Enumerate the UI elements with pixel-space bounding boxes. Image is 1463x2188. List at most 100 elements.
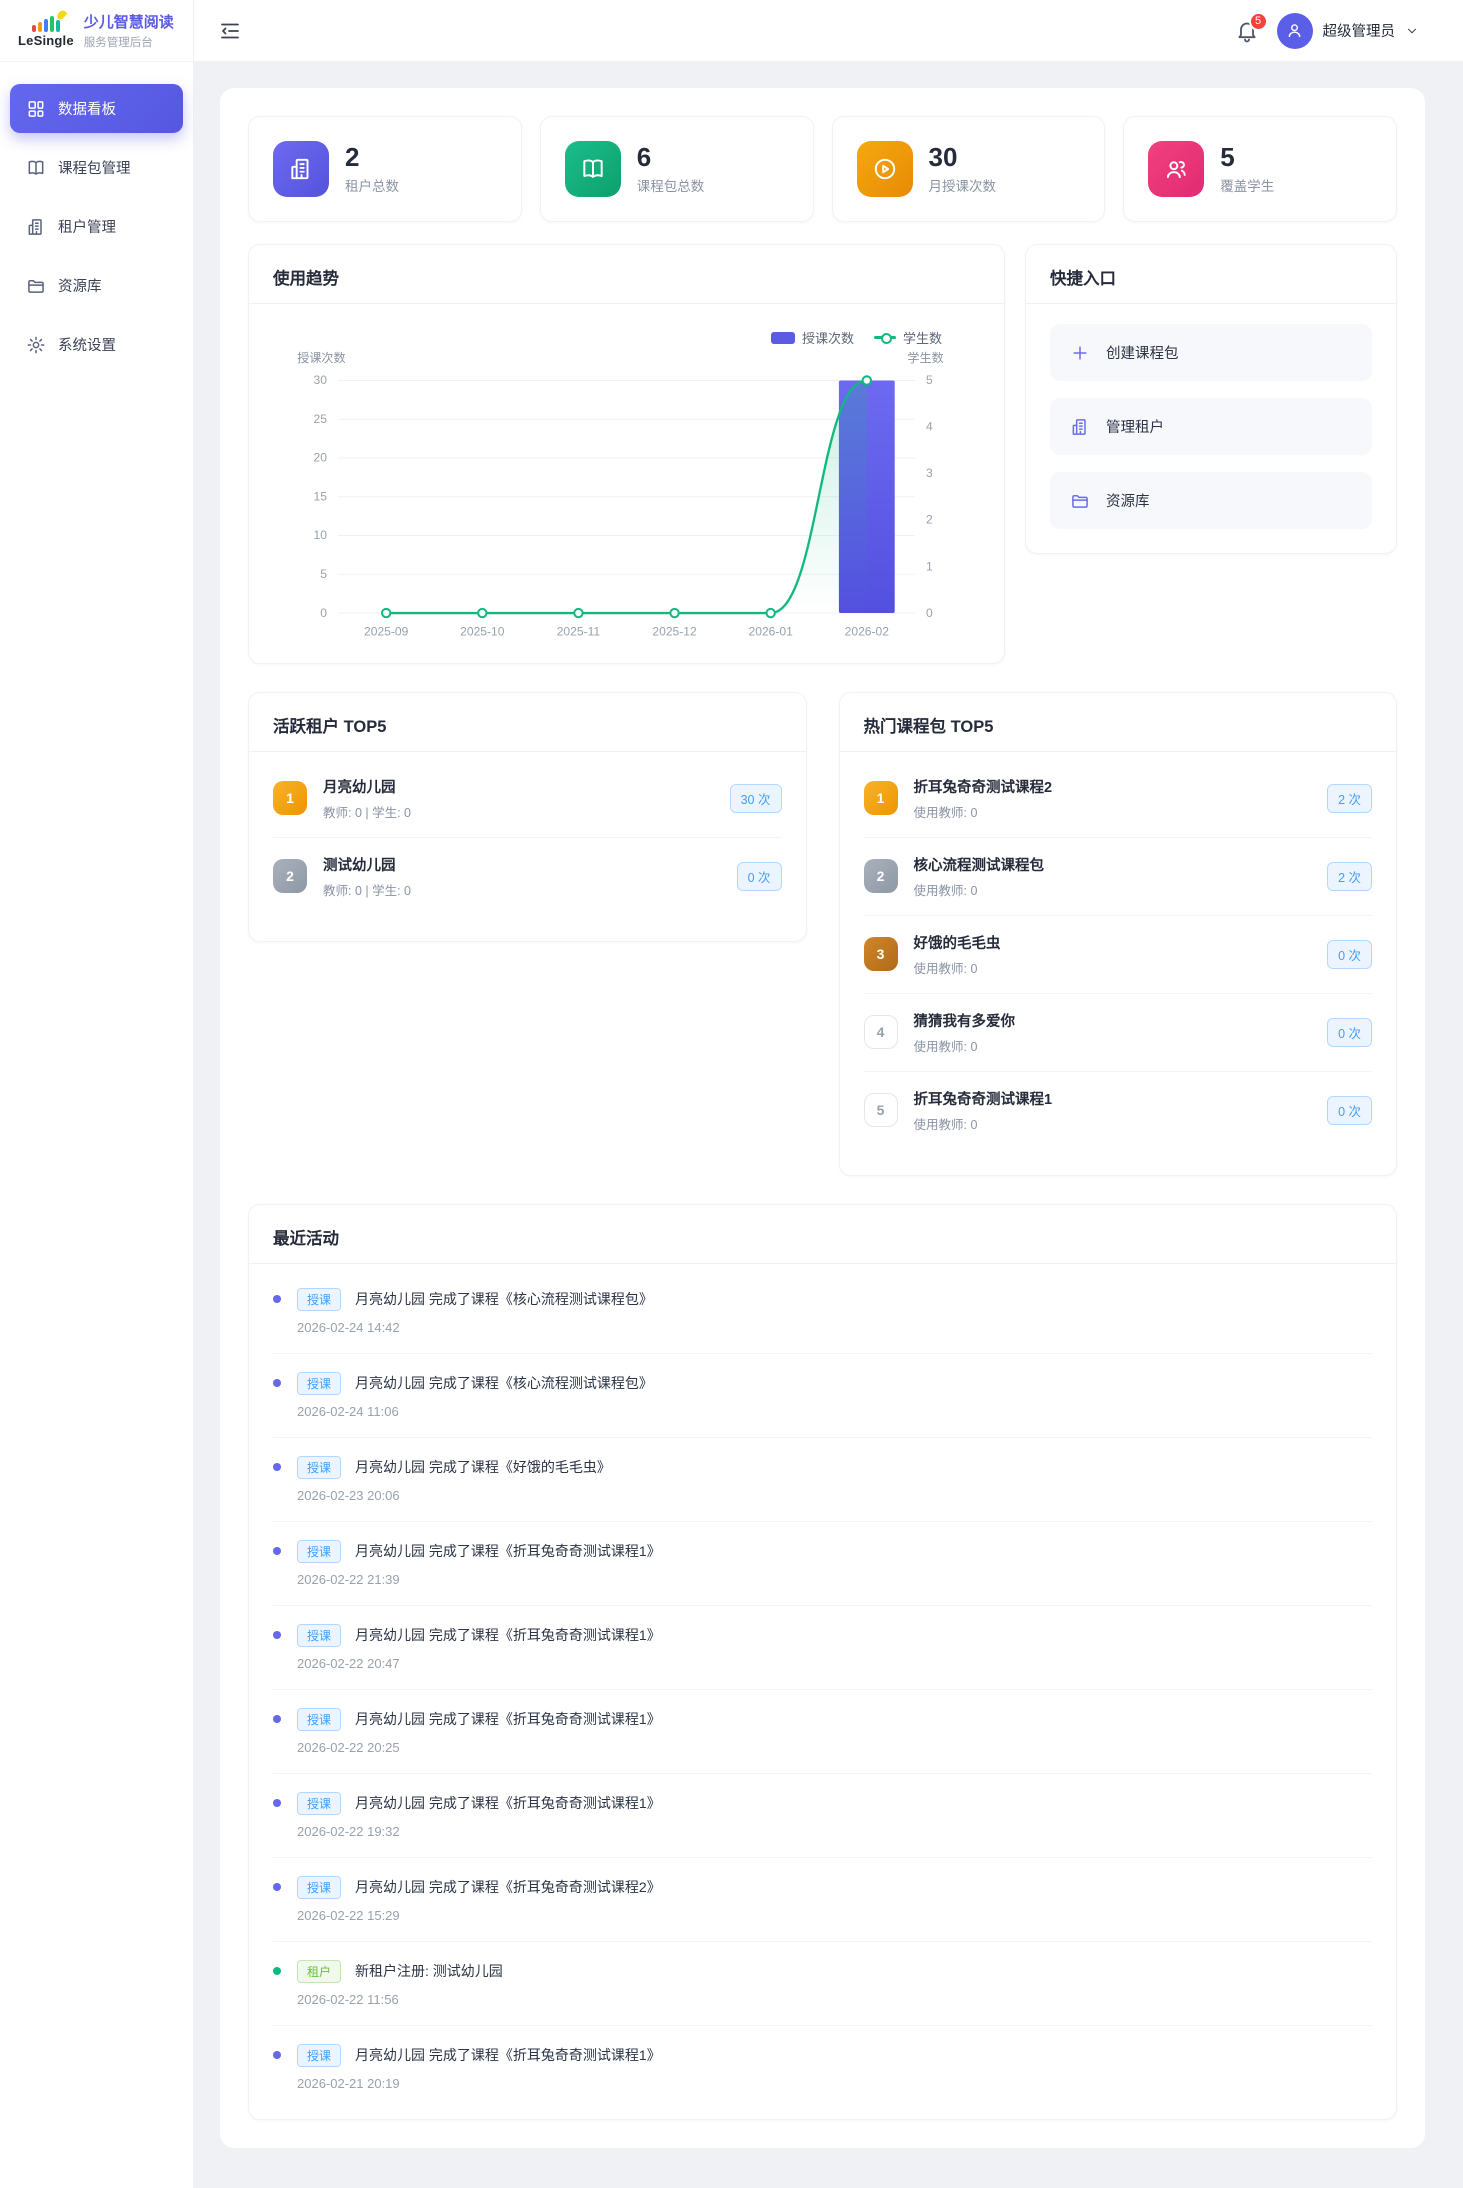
svg-text:2: 2 <box>926 513 933 527</box>
package-row: 2 核心流程测试课程包 使用教师: 0 2 次 <box>863 838 1372 916</box>
sidebar-item-resources[interactable]: 资源库 <box>10 261 183 310</box>
usage-count-badge: 0 次 <box>736 861 782 891</box>
activity-type-badge: 租户 <box>297 1959 342 1983</box>
activity-dot <box>273 1882 281 1891</box>
tenant-row: 2 测试幼儿园 教师: 0 | 学生: 0 0 次 <box>273 838 782 915</box>
building-icon <box>1070 417 1090 437</box>
tenant-row: 1 月亮幼儿园 教师: 0 | 学生: 0 30 次 <box>273 760 782 838</box>
hot-packages-card: 热门课程包 TOP5 1 折耳兔奇奇测试课程2 使用教师: 0 2 次 2 核心… <box>838 691 1397 1176</box>
stat-card-icon <box>564 141 621 197</box>
quick-entry-label: 资源库 <box>1106 494 1150 510</box>
dashboard-panel: 2 租户总数 6 课程包总数 30 月授课次数 5 覆盖学生 使用趋势 授课次数… <box>220 88 1425 2148</box>
stat-cards: 2 租户总数 6 课程包总数 30 月授课次数 5 覆盖学生 <box>248 116 1397 222</box>
activity-row: 授课 月亮幼儿园 完成了课程《折耳兔奇奇测试课程2》 2026-02-22 15… <box>273 1858 1372 1942</box>
activity-type-badge: 授课 <box>297 1287 342 1311</box>
svg-text:15: 15 <box>314 489 328 503</box>
stat-value: 2 <box>345 141 360 172</box>
rank-badge: 1 <box>863 781 898 816</box>
legend-label: 授课次数 <box>801 331 854 346</box>
package-row: 5 折耳兔奇奇测试课程1 使用教师: 0 0 次 <box>863 1072 1372 1149</box>
svg-text:0: 0 <box>320 606 327 620</box>
svg-text:5: 5 <box>320 567 327 581</box>
brand: LeSingle 少儿智慧阅读 服务管理后台 <box>0 0 193 62</box>
sidebar-item-tenants[interactable]: 租户管理 <box>10 202 183 251</box>
package-meta: 使用教师: 0 <box>913 805 978 820</box>
usage-count-badge: 0 次 <box>1327 939 1372 969</box>
activity-row: 租户 新租户注册: 测试幼儿园 2026-02-22 11:56 <box>273 1942 1372 2026</box>
activity-row: 授课 月亮幼儿园 完成了课程《核心流程测试课程包》 2026-02-24 14:… <box>273 1270 1372 1354</box>
quick-entry-title: 快捷入口 <box>1026 245 1396 304</box>
activity-time: 2026-02-22 20:25 <box>297 1739 400 1755</box>
activity-time: 2026-02-23 20:06 <box>297 1487 400 1503</box>
stat-card-icon <box>273 141 329 197</box>
legend-item-bar[interactable]: 授课次数 <box>770 328 854 347</box>
stat-card: 2 租户总数 <box>248 116 522 222</box>
rank-badge: 2 <box>273 859 307 894</box>
usage-trend-card: 使用趋势 授课次数 学生数 0 5 10 15 20 25 30 0 1 2 3 4 5 授课次数 学生数 20… <box>248 244 1005 664</box>
usage-count-badge: 2 次 <box>1327 861 1372 891</box>
package-row: 4 猜猜我有多爱你 使用教师: 0 0 次 <box>863 994 1372 1072</box>
user-menu[interactable]: 超级管理员 <box>1276 12 1420 49</box>
recent-activity-list: 授课 月亮幼儿园 完成了课程《核心流程测试课程包》 2026-02-24 14:… <box>249 1264 1396 2119</box>
sidebar-item-course-packages[interactable]: 课程包管理 <box>10 143 183 192</box>
activity-type-badge: 授课 <box>297 1707 342 1731</box>
stat-card: 6 课程包总数 <box>539 116 814 222</box>
activity-dot <box>273 1462 281 1471</box>
activity-time: 2026-02-22 20:47 <box>297 1655 400 1671</box>
stat-value: 6 <box>636 141 652 172</box>
svg-text:0: 0 <box>926 606 933 620</box>
package-meta: 使用教师: 0 <box>913 1117 978 1132</box>
quick-entry-card: 快捷入口 创建课程包 管理租户 资源库 <box>1025 244 1397 554</box>
activity-time: 2026-02-22 19:32 <box>297 1823 400 1839</box>
package-name: 好饿的毛毛虫 <box>913 935 1001 952</box>
activity-time: 2026-02-22 15:29 <box>297 1907 400 1923</box>
usage-count-badge: 0 次 <box>1327 1017 1372 1047</box>
package-row: 1 折耳兔奇奇测试课程2 使用教师: 0 2 次 <box>863 760 1372 838</box>
quick-entry-resource-library[interactable]: 资源库 <box>1050 472 1372 529</box>
book-icon <box>26 158 46 178</box>
building-icon <box>26 217 46 237</box>
active-tenants-list: 1 月亮幼儿园 教师: 0 | 学生: 0 30 次 2 测试幼儿园 教师: 0… <box>249 752 806 941</box>
quick-entry-create-package[interactable]: 创建课程包 <box>1050 324 1372 381</box>
chart-legend: 授课次数 学生数 <box>273 318 980 347</box>
tenant-name: 月亮幼儿园 <box>323 779 396 796</box>
activity-time: 2026-02-24 14:42 <box>297 1319 400 1335</box>
activity-text: 月亮幼儿园 完成了课程《好饿的毛毛虫》 <box>355 1459 611 1476</box>
activity-row: 授课 月亮幼儿园 完成了课程《好饿的毛毛虫》 2026-02-23 20:06 <box>273 1438 1372 1522</box>
students-icon <box>1163 156 1189 182</box>
sidebar-item-label: 租户管理 <box>58 220 116 236</box>
notification-badge: 5 <box>1248 11 1268 31</box>
rank-badge: 2 <box>863 859 898 894</box>
notification-bell[interactable]: 5 <box>1235 11 1268 43</box>
rank-badge: 1 <box>273 781 307 816</box>
activity-text: 新租户注册: 测试幼儿园 <box>355 1963 503 1980</box>
sidebar-item-dashboard[interactable]: 数据看板 <box>10 84 183 133</box>
legend-item-line[interactable]: 学生数 <box>873 328 942 347</box>
plus-icon <box>1070 343 1090 363</box>
recent-activity-card: 最近活动 授课 月亮幼儿园 完成了课程《核心流程测试课程包》 2026-02-2… <box>248 1203 1397 2120</box>
menu-fold-icon[interactable] <box>218 19 242 43</box>
building-icon <box>288 156 314 182</box>
folder-icon <box>26 276 46 296</box>
line-swatch-icon <box>873 333 896 343</box>
package-name: 折耳兔奇奇测试课程1 <box>913 1091 1053 1108</box>
person-icon <box>1285 21 1304 40</box>
brand-logo-icon: LeSingle <box>18 8 74 48</box>
activity-text: 月亮幼儿园 完成了课程《折耳兔奇奇测试课程1》 <box>355 2047 661 2064</box>
sidebar-nav: 数据看板 课程包管理 租户管理 资源库 系统设置 <box>0 62 193 391</box>
svg-text:20: 20 <box>314 451 328 465</box>
svg-text:2025-11: 2025-11 <box>557 624 601 638</box>
svg-text:25: 25 <box>314 412 328 426</box>
sidebar-item-settings[interactable]: 系统设置 <box>10 320 183 369</box>
svg-text:30: 30 <box>314 373 328 387</box>
folder-icon <box>1070 491 1090 511</box>
activity-type-badge: 授课 <box>297 1791 342 1815</box>
activity-dot <box>273 1798 281 1807</box>
stat-card: 5 覆盖学生 <box>1123 116 1397 222</box>
user-name: 超级管理员 <box>1322 24 1396 40</box>
activity-time: 2026-02-22 21:39 <box>297 1571 400 1587</box>
quick-entry-manage-tenants[interactable]: 管理租户 <box>1050 398 1372 455</box>
stat-card-icon <box>1148 141 1205 197</box>
active-tenants-title: 活跃租户 TOP5 <box>249 693 806 752</box>
stat-label: 租户总数 <box>345 179 399 195</box>
